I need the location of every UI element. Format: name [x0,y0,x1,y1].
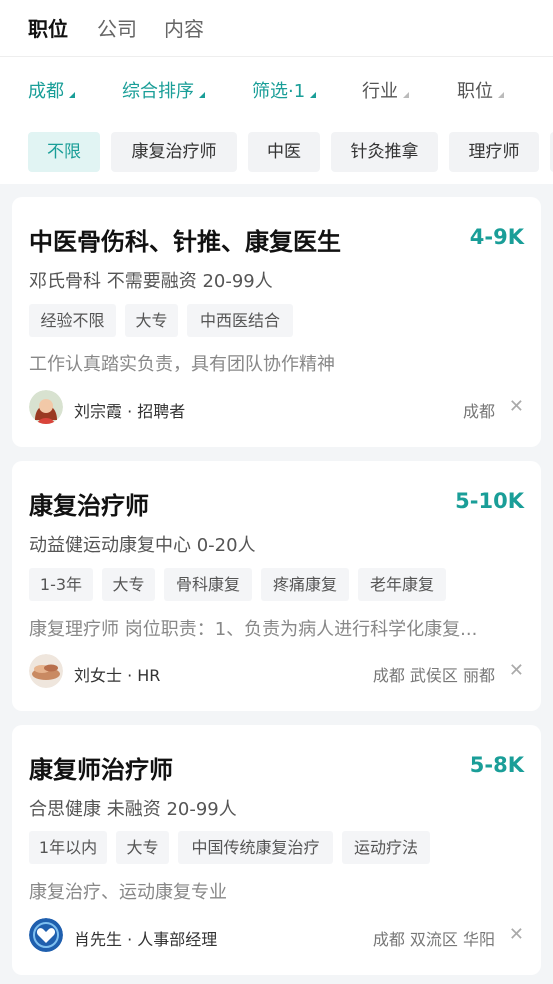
filter-position[interactable]: 职位 [457,77,504,103]
job-tag: 大专 [116,831,169,864]
woman-avatar-icon [29,390,63,424]
job-tag: 经验不限 [29,304,116,337]
close-icon[interactable]: ✕ [509,662,524,680]
recruiter-name: 刘女士 · HR [74,666,161,685]
recruiter-name: 肖先生 · 人事部经理 [74,930,218,949]
chip-rehab-therapist[interactable]: 康复治疗师 [111,132,237,172]
job-tag: 大专 [102,568,155,601]
dropdown-triangle-icon [403,92,409,98]
job-title: 康复师治疗师 [29,756,173,784]
filter-sort[interactable]: 综合排序 [122,77,205,103]
filter-industry-label: 行业 [362,81,398,102]
top-tab-bar: 职位 公司 内容 [0,0,553,57]
company-info: 合思健康 未融资 20-99人 [29,799,237,820]
job-tag: 中西医结合 [187,304,293,337]
close-icon[interactable]: ✕ [509,926,524,944]
job-salary: 5-10K [455,489,524,513]
filter-screen[interactable]: 筛选·1 [252,77,317,103]
tab-jobs[interactable]: 职位 [28,13,68,42]
tab-companies[interactable]: 公司 [97,13,137,42]
job-tag: 大专 [125,304,178,337]
company-info: 动益健运动康复中心 0-20人 [29,535,256,556]
dropdown-triangle-icon [199,92,205,98]
chip-physiotherapist[interactable]: 理疗师 [449,132,539,172]
filter-industry[interactable]: 行业 [362,77,409,103]
job-location: 成都 双流区 华阳 [372,930,495,949]
chip-unlimited[interactable]: 不限 [28,132,100,172]
recruiter-name: 刘宗霞 · 招聘者 [74,402,186,421]
job-tag: 1-3年 [29,568,93,601]
filter-sort-label: 综合排序 [122,81,194,102]
job-card[interactable]: 中医骨伤科、针推、康复医生 4-9K 邓氏骨科 不需要融资 20-99人 经验不… [12,197,541,447]
massage-avatar-icon [29,654,63,688]
close-icon[interactable]: ✕ [509,398,524,416]
dropdown-triangle-icon [310,92,317,98]
job-tag: 骨科康复 [164,568,252,601]
job-location: 成都 武侯区 丽都 [372,666,495,685]
job-tag: 1年以内 [29,831,107,864]
job-tag: 运动疗法 [342,831,430,864]
filter-bar: 成都 综合排序 筛选·1 行业 职位 [0,57,553,121]
chip-tcm[interactable]: 中医 [248,132,320,172]
job-location: 成都 [462,402,495,421]
company-info: 邓氏骨科 不需要融资 20-99人 [29,271,273,292]
job-description: 康复治疗、运动康复专业 [29,882,227,903]
job-tag: 中国传统康复治疗 [178,831,333,864]
job-description: 康复理疗师 岗位职责：1、负责为病人进行科学化康复... [29,619,478,640]
tab-content[interactable]: 内容 [164,13,204,42]
job-title: 康复治疗师 [29,492,149,520]
job-salary: 4-9K [469,225,524,249]
job-card[interactable]: 康复治疗师 5-10K 动益健运动康复中心 0-20人 1-3年 大专 骨科康复… [12,461,541,711]
heart-logo-avatar-icon [29,918,63,952]
job-tag: 疼痛康复 [261,568,349,601]
category-chip-bar: 不限 康复治疗师 中医 针灸推拿 理疗师 [0,121,553,184]
chip-acupuncture[interactable]: 针灸推拿 [331,132,438,172]
filter-screen-label: 筛选·1 [252,81,306,102]
job-description: 工作认真踏实负责，具有团队协作精神 [29,354,335,375]
job-card[interactable]: 康复师治疗师 5-8K 合思健康 未融资 20-99人 1年以内 大专 中国传统… [12,725,541,975]
filter-position-label: 职位 [457,81,493,102]
job-title: 中医骨伤科、针推、康复医生 [29,228,341,256]
filter-city-label: 成都 [28,81,64,102]
job-tag: 老年康复 [358,568,446,601]
job-salary: 5-8K [469,753,524,777]
filter-city[interactable]: 成都 [28,77,75,103]
dropdown-triangle-icon [498,92,504,98]
dropdown-triangle-icon [69,92,75,98]
